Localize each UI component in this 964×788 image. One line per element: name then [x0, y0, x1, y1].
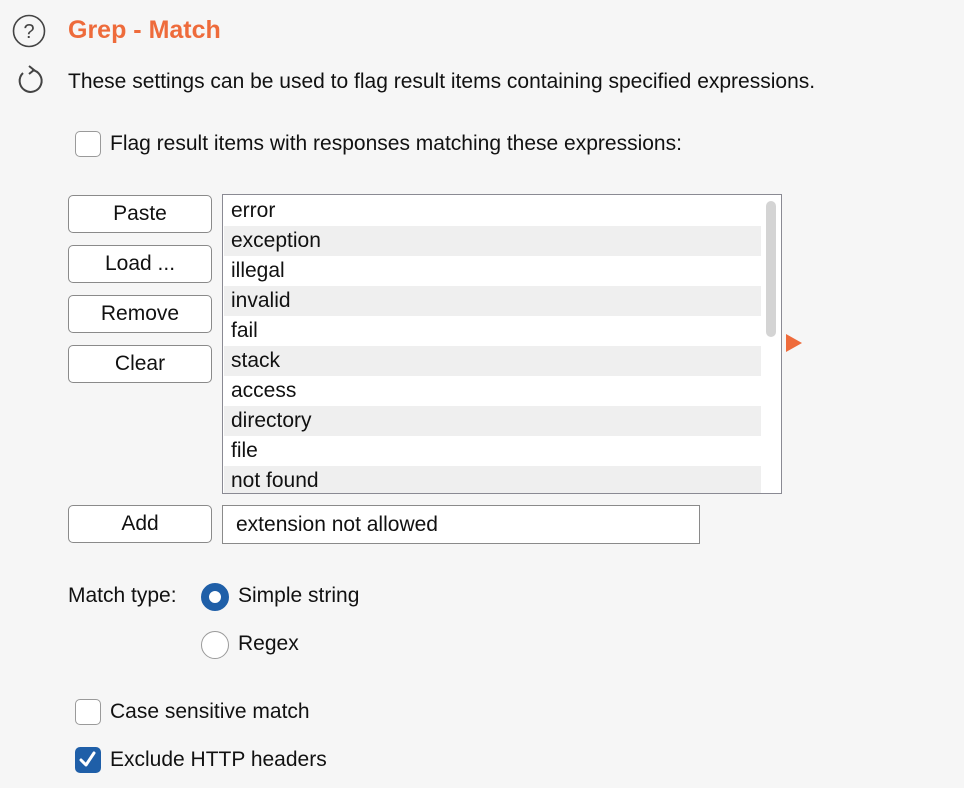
list-item[interactable]: stack	[224, 346, 761, 376]
checkmark-icon	[79, 751, 96, 767]
flag-matching-checkbox[interactable]	[75, 131, 101, 157]
expand-arrow-icon[interactable]	[786, 334, 802, 352]
expressions-list[interactable]: error exception illegal invalid fail sta…	[222, 194, 782, 494]
regex-radio[interactable]	[201, 631, 229, 659]
exclude-headers-checkbox[interactable]	[75, 747, 101, 773]
list-item[interactable]: access	[224, 376, 761, 406]
simple-string-label: Simple string	[238, 584, 360, 607]
svg-text:?: ?	[23, 21, 34, 43]
regex-label: Regex	[238, 632, 299, 655]
list-item[interactable]: invalid	[224, 286, 761, 316]
list-item[interactable]: fail	[224, 316, 761, 346]
paste-button[interactable]: Paste	[68, 195, 212, 233]
add-button[interactable]: Add	[68, 505, 212, 543]
simple-string-radio[interactable]	[201, 583, 229, 611]
match-type-label: Match type:	[68, 584, 177, 607]
list-item[interactable]: file	[224, 436, 761, 466]
flag-matching-label: Flag result items with responses matchin…	[110, 132, 682, 155]
add-expression-input[interactable]: extension not allowed	[222, 505, 700, 544]
page-title: Grep - Match	[68, 16, 221, 44]
case-sensitive-label: Case sensitive match	[110, 700, 310, 723]
list-item[interactable]: not found	[224, 466, 761, 493]
list-item[interactable]: directory	[224, 406, 761, 436]
clear-button[interactable]: Clear	[68, 345, 212, 383]
list-item[interactable]: illegal	[224, 256, 761, 286]
list-item[interactable]: error	[224, 196, 761, 226]
list-item[interactable]: exception	[224, 226, 761, 256]
help-circle-icon[interactable]: ?	[12, 14, 46, 48]
remove-button[interactable]: Remove	[68, 295, 212, 333]
exclude-headers-label: Exclude HTTP headers	[110, 748, 327, 771]
list-scrollbar[interactable]	[766, 201, 776, 337]
page-description: These settings can be used to flag resul…	[68, 70, 816, 93]
case-sensitive-checkbox[interactable]	[75, 699, 101, 725]
refresh-icon[interactable]	[14, 64, 46, 96]
load-button[interactable]: Load ...	[68, 245, 212, 283]
